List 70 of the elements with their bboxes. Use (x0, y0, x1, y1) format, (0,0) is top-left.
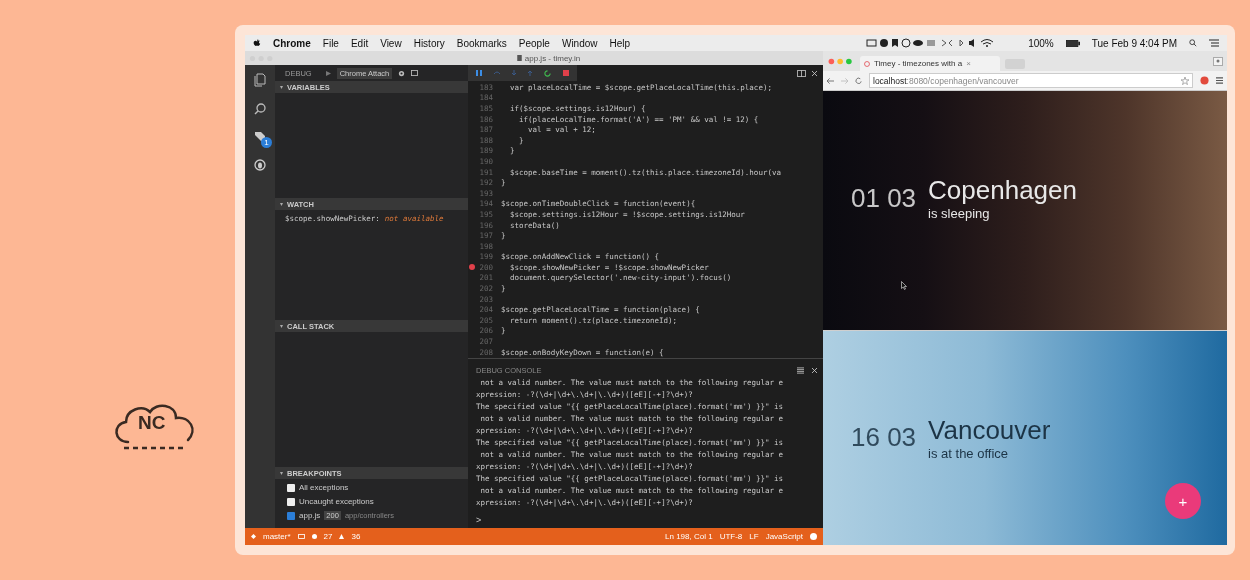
menu-item[interactable]: File (322, 37, 339, 49)
cursor-position[interactable]: Ln 198, Col 1 (665, 532, 713, 541)
warning-count[interactable]: 36 (351, 532, 361, 541)
branch-icon (251, 534, 256, 539)
person-icon[interactable] (1213, 56, 1223, 66)
city-name: Copenhagen (928, 175, 1077, 207)
mouse-pointer-icon (901, 281, 907, 290)
play-icon[interactable] (325, 70, 331, 76)
star-icon[interactable] (1181, 76, 1189, 85)
cloud-logo: NC (110, 400, 200, 450)
clock-icon (864, 60, 870, 67)
menu-icon[interactable] (1216, 77, 1223, 84)
branch-name[interactable]: master* (263, 532, 291, 541)
battery-percent: 100% (1028, 37, 1054, 49)
warning-icon (339, 534, 345, 539)
city-status: is at the office (928, 445, 1010, 461)
breakpoint-label: All exceptions (299, 483, 349, 492)
pause-icon[interactable] (476, 70, 482, 76)
city-name: Vancouver (928, 414, 1051, 446)
reload-icon[interactable] (855, 77, 862, 84)
close-icon[interactable] (812, 367, 817, 373)
apple-icon[interactable] (253, 39, 261, 47)
files-icon[interactable] (254, 73, 266, 87)
menu-item[interactable]: Edit (350, 37, 369, 49)
breakpoint-label: app.js (299, 511, 321, 520)
menu-item[interactable]: View (380, 37, 402, 49)
battery-icon[interactable] (1065, 39, 1080, 47)
split-editor-icon[interactable] (797, 69, 806, 77)
expand-icon[interactable] (280, 85, 283, 89)
language-mode[interactable]: JavaScript (765, 532, 803, 541)
clear-console-icon[interactable] (797, 366, 804, 374)
gear-icon[interactable] (398, 69, 406, 77)
checkbox[interactable] (287, 511, 295, 520)
restart-icon[interactable] (544, 69, 551, 77)
breakpoint-marker[interactable] (468, 264, 475, 271)
browser-tab[interactable]: Timey - timezones with a × (860, 56, 1000, 71)
badge: 1 (261, 137, 272, 148)
file-icon (516, 55, 522, 61)
city-time[interactable]: 16 03 (851, 422, 917, 454)
console-prompt[interactable]: > (476, 515, 823, 525)
expand-icon[interactable] (280, 324, 283, 328)
search-icon[interactable] (254, 103, 266, 115)
search-icon[interactable] (1189, 39, 1197, 47)
menu-item[interactable]: Window (561, 37, 598, 49)
menu-item[interactable]: People (518, 37, 550, 49)
checkbox[interactable] (287, 483, 295, 492)
window-controls-icon[interactable] (827, 57, 855, 65)
terminal-icon[interactable] (411, 70, 419, 76)
extension-icon[interactable] (1200, 76, 1209, 85)
expand-icon[interactable] (280, 202, 283, 206)
error-icon (311, 534, 317, 539)
back-icon[interactable] (827, 77, 834, 84)
menu-item[interactable]: Help (609, 37, 631, 49)
city-time[interactable]: 01 03 (851, 182, 917, 214)
menu-item[interactable]: Chrome (273, 37, 311, 49)
list-icon[interactable] (1209, 39, 1219, 47)
expand-icon[interactable] (280, 471, 283, 475)
error-count[interactable]: 27 (323, 532, 333, 541)
menu-item[interactable]: Bookmarks (456, 37, 507, 49)
checkbox[interactable] (287, 497, 295, 506)
address-bar[interactable]: localhost:8080/copenhagen/vancouver (869, 73, 1193, 88)
line-ending[interactable]: LF (749, 532, 759, 541)
breakpoint-label: Uncaught exceptions (299, 497, 374, 506)
encoding[interactable]: UTF-8 (719, 532, 743, 541)
menu-item[interactable]: History (413, 37, 445, 49)
city-status: is sleeping (928, 206, 991, 222)
window-title: app.js - timey.in (524, 53, 581, 63)
clock[interactable]: Tue Feb 9 4:04 PM (1091, 37, 1177, 49)
close-icon[interactable] (812, 70, 817, 76)
bug-icon[interactable] (254, 159, 266, 171)
